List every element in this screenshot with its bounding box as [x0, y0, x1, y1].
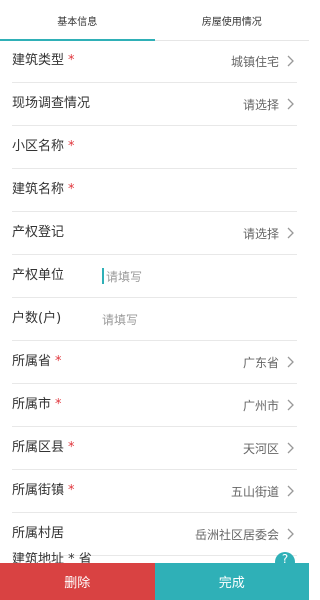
- building-name-row[interactable]: 建筑名称 *: [12, 169, 297, 212]
- subdistrict-row[interactable]: 所属街镇 * 五山街道: [12, 470, 297, 513]
- households-row: 户数(户) 请填写: [12, 298, 297, 341]
- required-mark: *: [55, 354, 62, 369]
- delete-button[interactable]: 删除: [0, 563, 155, 600]
- required-mark: *: [68, 53, 75, 68]
- property-registration-label: 产权登记: [12, 225, 65, 240]
- building-type-label: 建筑类型: [12, 53, 65, 68]
- property-unit-label: 产权单位: [12, 268, 65, 283]
- village-row[interactable]: 所属村居 岳洲社区居委会: [12, 513, 297, 556]
- property-unit-row: 产权单位 请填写: [12, 255, 297, 298]
- village-value: 岳洲社区居委会: [194, 527, 279, 542]
- required-mark: *: [68, 483, 75, 498]
- chevron-right-icon: [287, 427, 295, 469]
- required-mark: *: [55, 397, 62, 412]
- chevron-right-icon: [287, 470, 295, 512]
- subdistrict-label: 所属街镇: [12, 483, 65, 498]
- households-input[interactable]: 请填写: [102, 311, 138, 328]
- chevron-right-icon: [287, 513, 295, 555]
- text-cursor: [102, 268, 104, 284]
- bottom-action-bar: 删除 完成: [0, 563, 309, 600]
- community-name-row[interactable]: 小区名称 *: [12, 126, 297, 169]
- building-name-label: 建筑名称: [12, 182, 65, 197]
- district-value: 天河区: [242, 441, 279, 456]
- tab-basic-info[interactable]: 基本信息: [0, 0, 155, 41]
- chevron-right-icon: [287, 384, 295, 426]
- property-unit-placeholder: 请填写: [106, 269, 143, 284]
- province-row[interactable]: 所属省 * 广东省: [12, 341, 297, 384]
- chevron-right-icon: [287, 341, 295, 383]
- building-type-row[interactable]: 建筑类型 * 城镇住宅: [12, 40, 297, 83]
- city-label: 所属市: [12, 397, 52, 412]
- province-value: 广东省: [242, 355, 279, 370]
- subdistrict-value: 五山街道: [230, 484, 279, 499]
- district-row[interactable]: 所属区县 * 天河区: [12, 427, 297, 470]
- tab-bar: 基本信息 房屋使用情况: [0, 0, 309, 41]
- building-type-value: 城镇住宅: [230, 54, 279, 69]
- done-button[interactable]: 完成: [154, 563, 309, 600]
- chevron-right-icon: [287, 40, 295, 82]
- district-label: 所属区县: [12, 440, 65, 455]
- site-survey-label: 现场调查情况: [12, 96, 91, 111]
- community-name-label: 小区名称: [12, 139, 65, 154]
- required-mark: *: [68, 440, 75, 455]
- required-mark: *: [68, 182, 75, 197]
- households-label: 户数(户): [12, 311, 62, 326]
- city-value: 广州市: [242, 398, 279, 413]
- property-registration-row[interactable]: 产权登记 请选择: [12, 212, 297, 255]
- tab-housing-usage[interactable]: 房屋使用情况: [155, 0, 310, 40]
- property-unit-input[interactable]: 请填写: [102, 268, 142, 285]
- property-registration-value: 请选择: [242, 226, 279, 241]
- chevron-right-icon: [287, 212, 295, 254]
- site-survey-row[interactable]: 现场调查情况 请选择: [12, 83, 297, 126]
- city-row[interactable]: 所属市 * 广州市: [12, 384, 297, 427]
- province-label: 所属省: [12, 354, 52, 369]
- chevron-right-icon: [287, 83, 295, 125]
- village-label: 所属村居: [12, 526, 65, 541]
- site-survey-value: 请选择: [242, 97, 279, 112]
- basic-info-form: 建筑类型 * 城镇住宅 现场调查情况 请选择 小区名称 * 建筑名称 * 产权登记 请…: [0, 40, 309, 556]
- required-mark: *: [68, 139, 75, 154]
